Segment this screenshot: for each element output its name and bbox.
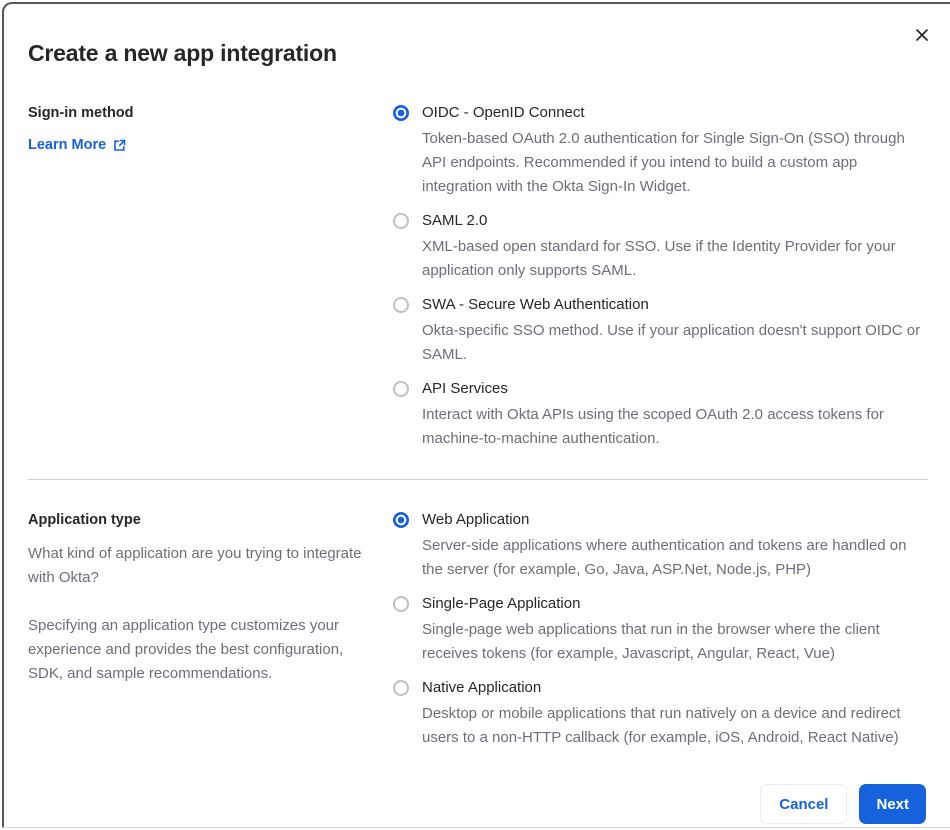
radio-single-page-application[interactable] xyxy=(393,596,409,612)
option-label[interactable]: Native Application xyxy=(422,676,929,700)
option-label[interactable]: Single-Page Application xyxy=(422,592,929,616)
option-label[interactable]: Web Application xyxy=(422,508,929,532)
signin-left-column: Sign-in method Learn More xyxy=(28,101,373,461)
radio-api-services[interactable] xyxy=(393,381,409,397)
learn-more-label: Learn More xyxy=(28,137,107,153)
option-label[interactable]: API Services xyxy=(422,377,929,401)
application-type-label: Application type xyxy=(28,512,141,528)
learn-more-link[interactable]: Learn More xyxy=(28,137,126,153)
apptype-option-native[interactable]: Native Application Desktop or mobile app… xyxy=(393,676,930,750)
apptype-description-1: What kind of application are you trying … xyxy=(28,545,362,586)
radio-saml[interactable] xyxy=(393,213,409,229)
external-link-icon xyxy=(114,139,126,151)
apptype-option-web[interactable]: Web Application Server-side applications… xyxy=(393,508,930,582)
apptype-option-spa[interactable]: Single-Page Application Single-page web … xyxy=(393,592,930,666)
signin-options-group: OIDC - OpenID Connect Token-based OAuth … xyxy=(393,101,930,461)
signin-option-saml[interactable]: SAML 2.0 XML-based open standard for SSO… xyxy=(393,209,930,283)
radio-oidc[interactable] xyxy=(393,105,409,121)
signin-method-section: Sign-in method Learn More OIDC - OpenID … xyxy=(4,101,950,461)
apptype-description-2: Specifying an application type customize… xyxy=(28,617,344,682)
close-icon xyxy=(916,29,928,41)
section-divider xyxy=(28,479,928,480)
option-description: Token-based OAuth 2.0 authentication for… xyxy=(422,130,905,195)
modal-title: Create a new app integration xyxy=(28,40,337,66)
close-button[interactable] xyxy=(908,21,936,49)
modal-footer: Cancel Next xyxy=(4,784,950,824)
create-app-integration-modal: Create a new app integration Sign-in met… xyxy=(2,2,950,828)
radio-swa[interactable] xyxy=(393,297,409,313)
radio-web-application[interactable] xyxy=(393,512,409,528)
application-type-section: Application type What kind of applicatio… xyxy=(4,508,950,760)
apptype-options-group: Web Application Server-side applications… xyxy=(393,508,930,760)
option-description: Desktop or mobile applications that run … xyxy=(422,705,901,746)
cancel-button[interactable]: Cancel xyxy=(760,784,848,824)
option-description: Okta-specific SSO method. Use if your ap… xyxy=(422,322,921,363)
apptype-left-column: Application type What kind of applicatio… xyxy=(28,508,373,760)
option-description: Server-side applications where authentic… xyxy=(422,537,907,578)
option-label[interactable]: SWA - Secure Web Authentication xyxy=(422,293,929,317)
option-description: Single-page web applications that run in… xyxy=(422,621,880,662)
signin-method-label: Sign-in method xyxy=(28,105,134,121)
option-description: XML-based open standard for SSO. Use if … xyxy=(422,238,896,279)
signin-option-oidc[interactable]: OIDC - OpenID Connect Token-based OAuth … xyxy=(393,101,930,199)
option-description: Interact with Okta APIs using the scoped… xyxy=(422,406,884,447)
option-label[interactable]: SAML 2.0 xyxy=(422,209,929,233)
option-label[interactable]: OIDC - OpenID Connect xyxy=(422,101,929,125)
radio-native-application[interactable] xyxy=(393,680,409,696)
signin-option-swa[interactable]: SWA - Secure Web Authentication Okta-spe… xyxy=(393,293,930,367)
next-button[interactable]: Next xyxy=(859,784,926,824)
signin-option-api-services[interactable]: API Services Interact with Okta APIs usi… xyxy=(393,377,930,451)
